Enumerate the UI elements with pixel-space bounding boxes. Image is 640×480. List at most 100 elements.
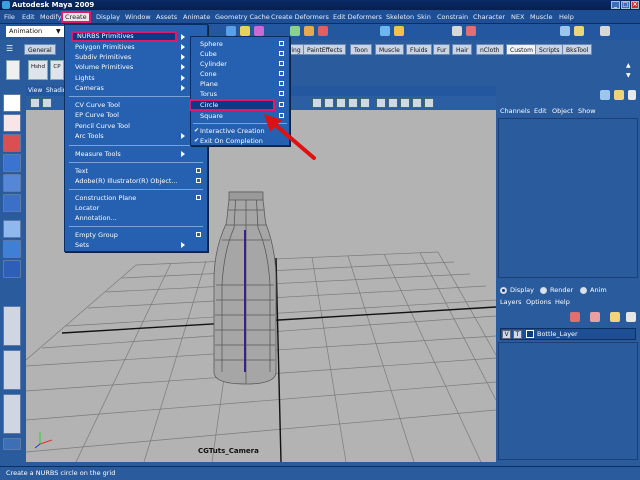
menu-item-construction-plane[interactable]: Construction Plane (75, 193, 136, 203)
new-layer-icon[interactable] (570, 312, 580, 322)
submenu-item-cylinder[interactable]: Cylinder (200, 59, 227, 69)
menu-item-ep-curve-tool[interactable]: EP Curve Tool (75, 110, 119, 120)
option-box-icon[interactable] (279, 81, 284, 86)
layer-options-icon[interactable] (610, 312, 620, 322)
submenu-item-interactive-creation[interactable]: Interactive Creation (200, 126, 265, 136)
submenu-item-square[interactable]: Square (200, 111, 223, 121)
layer-scroll-icon[interactable] (626, 312, 636, 322)
menu-constrain[interactable]: Constrain (435, 12, 470, 22)
submenu-item-exit-on-completion[interactable]: Exit On Completion (200, 136, 263, 146)
select-tool-icon[interactable] (3, 94, 21, 112)
menu-create-deformers[interactable]: Create Deformers (269, 12, 331, 22)
shelf-button-hshd[interactable]: Hshd (28, 60, 48, 80)
menu-item-subdiv-primitives[interactable]: Subdiv Primitives (75, 52, 131, 62)
render-radio[interactable] (540, 287, 547, 294)
tab-ncloth[interactable]: nCloth (476, 44, 504, 55)
submenu-item-circle[interactable]: Circle (189, 99, 275, 111)
tab-fur[interactable]: Fur (433, 44, 451, 55)
channel-menu-show[interactable]: Show (578, 106, 596, 116)
menu-item-lights[interactable]: Lights (75, 73, 95, 83)
frame-all-icon[interactable] (400, 98, 410, 108)
lasso-tool-icon[interactable] (3, 114, 21, 132)
all-lights-icon[interactable] (360, 98, 370, 108)
ipr-render-icon[interactable] (318, 26, 328, 36)
layout-four-icon[interactable] (3, 350, 21, 390)
menu-item-volume-primitives[interactable]: Volume Primitives (75, 62, 133, 72)
menu-item-annotation[interactable]: Annotation... (75, 213, 117, 223)
attribute-editor-icon[interactable] (560, 26, 570, 36)
tab-custom[interactable]: Custom (506, 44, 537, 55)
smooth-shade-icon[interactable] (324, 98, 334, 108)
submenu-item-sphere[interactable]: Sphere (200, 39, 223, 49)
tab-bkstool[interactable]: BksTool (562, 44, 593, 55)
channel-box-icon[interactable] (600, 26, 610, 36)
option-box-icon[interactable] (196, 168, 201, 173)
menu-edit-deformers[interactable]: Edit Deformers (331, 12, 384, 22)
option-box-icon[interactable] (279, 91, 284, 96)
shelf-button-cp[interactable]: CP (50, 60, 64, 80)
option-box-icon[interactable] (279, 51, 284, 56)
paint-select-tool-icon[interactable] (3, 134, 21, 152)
menu-nex[interactable]: NEX (509, 12, 526, 22)
shelf-menu-icon[interactable]: ☰ (6, 44, 13, 53)
channel-menu-edit[interactable]: Edit (534, 106, 547, 116)
menu-window[interactable]: Window (123, 12, 153, 22)
menu-assets[interactable]: Assets (154, 12, 179, 22)
menu-item-text[interactable]: Text (75, 166, 88, 176)
layer-menu-help[interactable]: Help (555, 297, 570, 307)
channel-menu-channels[interactable]: Channels (500, 106, 530, 116)
channel-box-toggle-icon[interactable] (600, 90, 610, 100)
menu-item-adobe-illustrator-object[interactable]: Adobe(R) Illustrator(R) Object... (75, 176, 178, 186)
history-icon[interactable] (290, 26, 300, 36)
channel-menu-object[interactable]: Object (552, 106, 573, 116)
menu-item-pencil-curve-tool[interactable]: Pencil Curve Tool (75, 121, 130, 131)
submenu-item-plane[interactable]: Plane (200, 79, 218, 89)
menu-item-empty-group[interactable]: Empty Group (75, 230, 118, 240)
select-hierarchy-icon[interactable] (226, 26, 236, 36)
submenu-item-cube[interactable]: Cube (200, 49, 217, 59)
tab-muscle[interactable]: Muscle (375, 44, 404, 55)
menu-item-cameras[interactable]: Cameras (75, 83, 104, 93)
menu-file[interactable]: File (2, 12, 17, 22)
panel-menu-view[interactable]: View (28, 86, 42, 96)
tab-painteffects[interactable]: PaintEffects (303, 44, 347, 55)
default-lighting-icon[interactable] (348, 98, 358, 108)
menu-skin[interactable]: Skin (415, 12, 433, 22)
outliner-icon[interactable] (3, 438, 21, 450)
layer-menu-options[interactable]: Options (526, 297, 551, 307)
menu-edit[interactable]: Edit (20, 12, 37, 22)
menu-character[interactable]: Character (471, 12, 507, 22)
shelf-scroll-down-icon[interactable]: ▼ (626, 72, 631, 79)
option-box-icon[interactable] (196, 178, 201, 183)
snap-grid-icon[interactable] (240, 26, 250, 36)
move-tool-icon[interactable] (3, 154, 21, 172)
camera-attr-icon[interactable] (42, 98, 52, 108)
show-manip-icon[interactable] (3, 260, 21, 278)
menu-modify[interactable]: Modify (38, 12, 64, 22)
option-box-icon[interactable] (196, 195, 201, 200)
tab-general[interactable]: General (24, 44, 56, 55)
menu-item-measure-tools[interactable]: Measure Tools (75, 149, 121, 159)
maximize-button[interactable]: □ (621, 1, 630, 9)
snap-curve-icon[interactable] (254, 26, 264, 36)
scale-tool-icon[interactable] (3, 194, 21, 212)
layer-template-toggle[interactable]: T (513, 330, 522, 339)
xray-icon[interactable] (388, 98, 398, 108)
menu-muscle[interactable]: Muscle (528, 12, 555, 22)
render-icon[interactable] (304, 26, 314, 36)
menu-help[interactable]: Help (557, 12, 576, 22)
rotate-tool-icon[interactable] (3, 174, 21, 192)
menu-item-polygon-primitives[interactable]: Polygon Primitives (75, 42, 135, 52)
option-box-icon[interactable] (279, 102, 284, 107)
wireframe-icon[interactable] (312, 98, 322, 108)
isolate-select-icon[interactable] (376, 98, 386, 108)
anim-radio[interactable] (580, 287, 587, 294)
menu-item-locator[interactable]: Locator (75, 203, 99, 213)
menu-animate[interactable]: Animate (181, 12, 212, 22)
sculpt-icon[interactable] (466, 26, 476, 36)
layer-color-swatch[interactable] (526, 330, 534, 338)
textured-icon[interactable] (336, 98, 346, 108)
layer-name[interactable]: Bottle_Layer (537, 329, 578, 339)
tool-settings-icon[interactable] (574, 26, 584, 36)
last-tool-icon[interactable] (3, 282, 21, 300)
